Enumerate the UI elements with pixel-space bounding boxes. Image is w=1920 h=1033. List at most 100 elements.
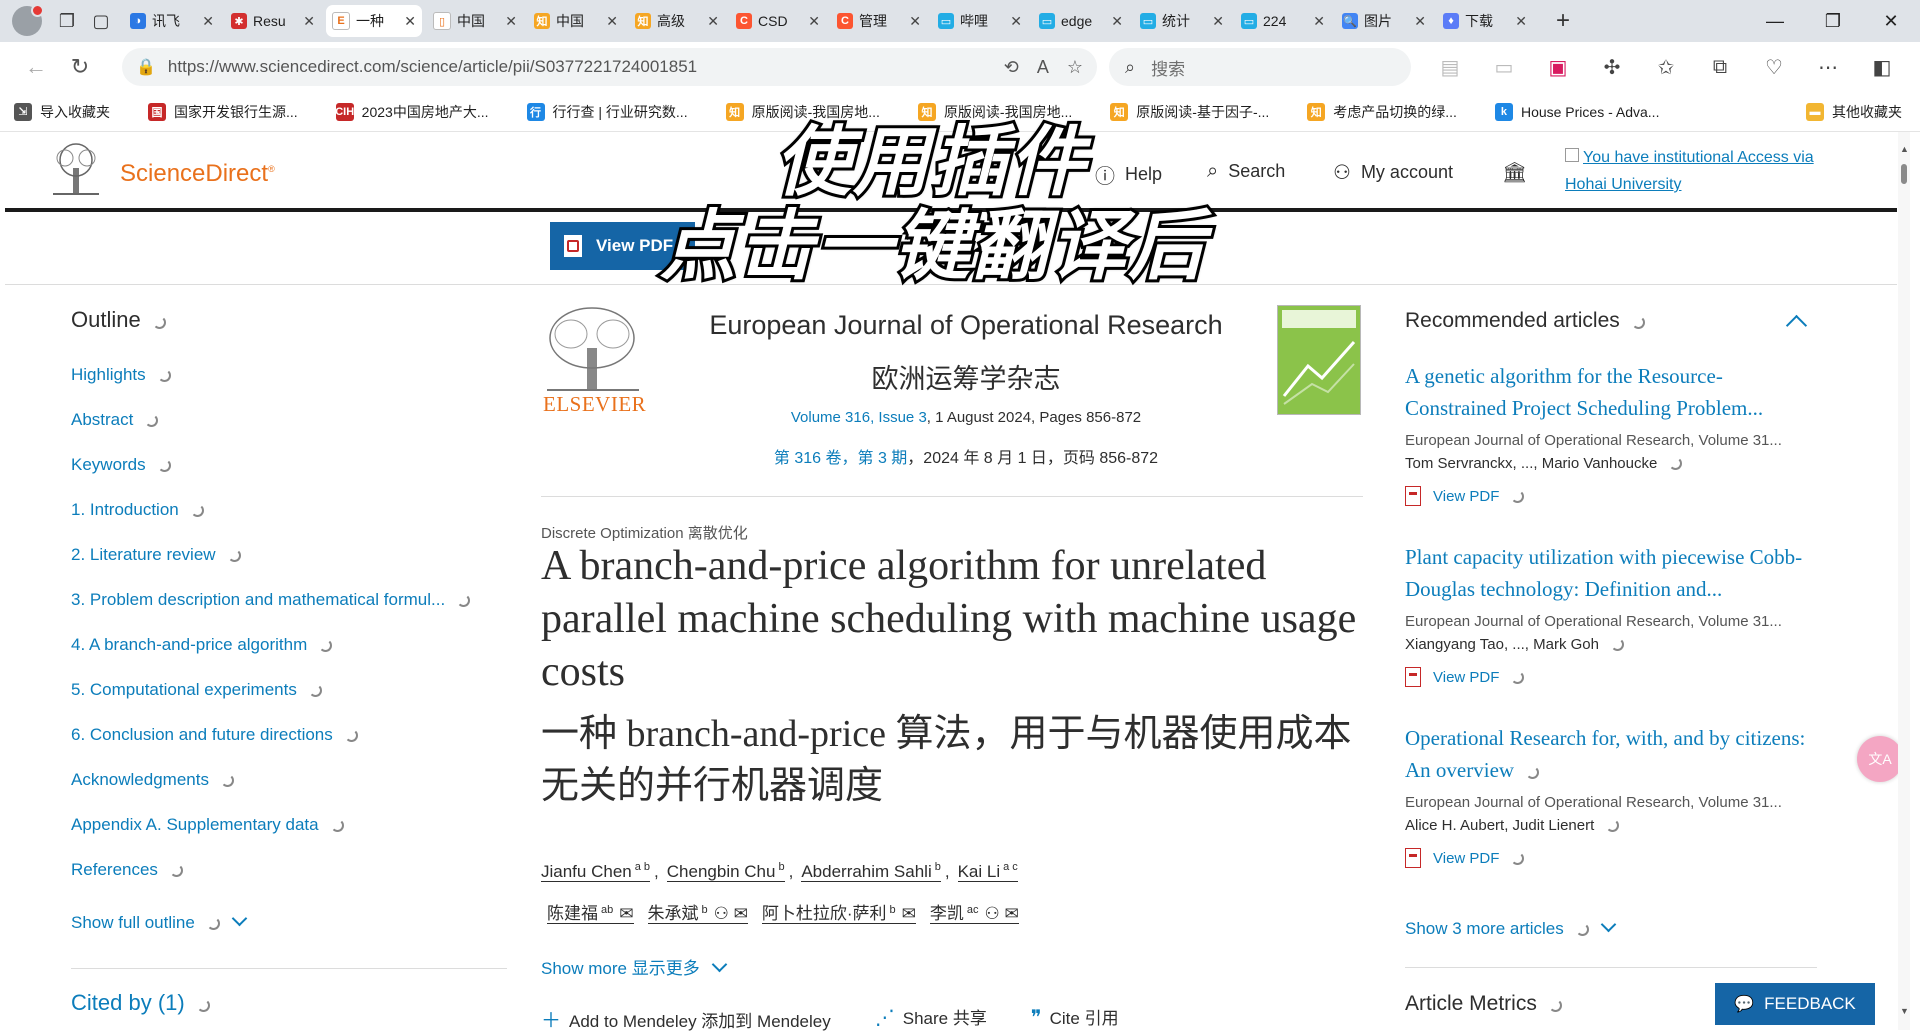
close-window-button[interactable]: ✕ — [1862, 0, 1920, 42]
my-account-link[interactable]: ⚇ My account — [1333, 160, 1453, 185]
show-more-articles-button[interactable]: Show 3 more articles — [1405, 916, 1617, 939]
tab-close-icon[interactable]: ✕ — [1414, 13, 1426, 30]
tab-close-icon[interactable]: ✕ — [707, 13, 719, 30]
new-tab-button[interactable]: + — [1546, 7, 1580, 35]
browser-tab[interactable]: ♦ 下载 ✕ — [1437, 5, 1533, 37]
tab-close-icon[interactable]: ✕ — [1010, 13, 1022, 30]
refresh-button[interactable]: ↻ — [58, 47, 102, 87]
institution-icon[interactable]: 🏛 — [1502, 160, 1537, 185]
bookmark-item[interactable]: 行行行查 | 行业研究数... — [526, 102, 688, 122]
browser-tab[interactable]: ▯ 中国 ✕ — [427, 5, 523, 37]
collections-icon[interactable]: ⧉ — [1699, 47, 1741, 87]
translate-icon[interactable]: ⟲ — [1004, 57, 1019, 78]
tab-close-icon[interactable]: ✕ — [202, 13, 214, 30]
scroll-down-arrow-icon[interactable]: ▼ — [1900, 1006, 1909, 1016]
tab-close-icon[interactable]: ✕ — [808, 13, 820, 30]
read-aloud-icon[interactable]: A — [1037, 57, 1049, 78]
search-input[interactable]: ⌕ 搜索 — [1109, 48, 1411, 86]
recommended-view-pdf-link[interactable]: View PDF — [1405, 486, 1823, 506]
sidebar-toggle-icon[interactable]: ◧ — [1861, 47, 1903, 87]
search-link[interactable]: ⌕ Search — [1207, 160, 1285, 183]
immersive-icon[interactable]: ▭ — [1483, 47, 1525, 87]
minimize-button[interactable]: — — [1746, 0, 1804, 42]
bookmark-item[interactable]: 知原版阅读-基于因子-... — [1110, 102, 1269, 122]
translate-floating-button[interactable]: 文A — [1857, 736, 1903, 782]
browser-tab[interactable]: ▭ 哔哩 ✕ — [932, 5, 1028, 37]
url-text[interactable]: https://www.sciencedirect.com/science/ar… — [168, 57, 986, 77]
outline-item[interactable]: 1. Introduction — [71, 498, 511, 543]
author-link[interactable]: Kai Li a c — [957, 861, 1018, 882]
address-bar[interactable]: 🔒 https://www.sciencedirect.com/science/… — [122, 48, 1097, 86]
page-scrollbar[interactable]: ▲ ▼ — [1898, 132, 1910, 1030]
journal-cover-image[interactable] — [1277, 305, 1361, 415]
tab-close-icon[interactable]: ✕ — [1313, 13, 1325, 30]
tab-close-icon[interactable]: ✕ — [303, 13, 315, 30]
institutional-access-link[interactable]: You have institutional Access via Hohai … — [1565, 144, 1814, 198]
browser-tab[interactable]: ✱ Resu ✕ — [225, 5, 321, 37]
tab-close-icon[interactable]: ✕ — [404, 13, 416, 30]
browser-tab[interactable]: ◑ 讯飞 ✕ — [124, 5, 220, 37]
author-link-zh[interactable]: 朱承斌 b ⚇ ✉ — [647, 904, 748, 925]
browser-tab[interactable]: ▭ edge ✕ — [1033, 5, 1129, 37]
outline-item[interactable]: References — [71, 858, 511, 903]
outline-item[interactable]: Highlights — [71, 363, 511, 408]
browser-tab[interactable]: 知高级 ✕ — [629, 5, 725, 37]
cited-by-link[interactable]: Cited by (1) — [71, 990, 210, 1016]
outline-item[interactable]: 6. Conclusion and future directions — [71, 723, 511, 768]
extension-app-icon[interactable]: ▣ — [1537, 47, 1579, 87]
outline-item[interactable]: 5. Computational experiments — [71, 678, 511, 723]
outline-item[interactable]: Acknowledgments — [71, 768, 511, 813]
recommended-view-pdf-link[interactable]: View PDF — [1405, 667, 1823, 687]
outline-item[interactable]: 4. A branch-and-price algorithm — [71, 633, 511, 678]
feedback-button[interactable]: 💬 FEEDBACK — [1715, 983, 1875, 1025]
volume-link[interactable]: Volume 316, Issue 3 — [791, 409, 927, 426]
show-full-outline-button[interactable]: Show full outline — [71, 910, 511, 933]
tab-close-icon[interactable]: ✕ — [1212, 13, 1224, 30]
share-button[interactable]: ⋰ Share 共享 — [875, 1004, 1009, 1033]
browser-tab[interactable]: 🔍 图片 ✕ — [1336, 5, 1432, 37]
favorites-icon[interactable]: ✩ — [1645, 47, 1687, 87]
performance-icon[interactable]: ♡ — [1753, 47, 1795, 87]
cite-button[interactable]: ❞ Cite 引用 — [1031, 1004, 1141, 1033]
extensions-icon[interactable]: ✣ — [1591, 47, 1633, 87]
recommended-view-pdf-link[interactable]: View PDF — [1405, 848, 1823, 868]
outline-item[interactable]: 3. Problem description and mathematical … — [71, 588, 511, 633]
browser-tab[interactable]: ▭ 224 ✕ — [1235, 5, 1331, 37]
show-more-button[interactable]: Show more 显示更多 — [541, 954, 727, 979]
workspaces-icon[interactable]: ❐ — [50, 4, 84, 38]
tab-close-icon[interactable]: ✕ — [909, 13, 921, 30]
recommended-article-title[interactable]: A genetic algorithm for the Resource-Con… — [1405, 360, 1823, 424]
bookmark-item[interactable]: ⇲ 导入收藏夹 — [14, 102, 110, 122]
browser-tab[interactable]: C CSD ✕ — [730, 5, 826, 37]
outline-item[interactable]: 2. Literature review — [71, 543, 511, 588]
recommended-article-title[interactable]: Plant capacity utilization with piecewis… — [1405, 541, 1823, 605]
author-link-zh[interactable]: 阿卜杜拉欣·萨利 b ✉ — [761, 904, 916, 925]
journal-title[interactable]: European Journal of Operational Research — [665, 310, 1267, 341]
browser-tab[interactable]: ▭ 统计 ✕ — [1134, 5, 1230, 37]
lock-icon[interactable]: 🔒 — [136, 57, 156, 77]
article-metrics-heading[interactable]: Article Metrics — [1405, 992, 1562, 1016]
author-link-zh[interactable]: 李凯 ac ⚇ ✉ — [929, 904, 1019, 925]
other-bookmarks[interactable]: ▬ 其他收藏夹 — [1806, 102, 1902, 122]
tab-close-icon[interactable]: ✕ — [1111, 13, 1123, 30]
tab-close-icon[interactable]: ✕ — [1515, 13, 1527, 30]
scroll-up-arrow-icon[interactable]: ▲ — [1900, 144, 1909, 154]
tab-close-icon[interactable]: ✕ — [606, 13, 618, 30]
favorite-star-icon[interactable]: ☆ — [1067, 57, 1083, 78]
outline-item[interactable]: Appendix A. Supplementary data — [71, 813, 511, 858]
bookmark-item[interactable]: 知考虑产品切换的绿... — [1307, 102, 1457, 122]
outline-item[interactable]: Keywords — [71, 453, 511, 498]
sciencedirect-brand[interactable]: ScienceDirect® — [120, 160, 275, 188]
more-menu-icon[interactable]: ⋯ — [1807, 47, 1849, 87]
tab-close-icon[interactable]: ✕ — [505, 13, 517, 30]
recommended-article-title[interactable]: Operational Research for, with, and by c… — [1405, 722, 1823, 786]
browser-tab[interactable]: E 一种 ✕ — [326, 5, 422, 37]
add-to-mendeley-button[interactable]: ＋ Add to Mendeley 添加到 Mendeley — [541, 1004, 853, 1033]
bookmark-item[interactable]: CIH 2023中国房地产大... — [335, 102, 489, 122]
scrollbar-thumb[interactable] — [1901, 164, 1907, 184]
restore-button[interactable]: ❐ — [1804, 0, 1862, 42]
browser-tab[interactable]: C 管理 ✕ — [831, 5, 927, 37]
profile-avatar[interactable] — [12, 4, 44, 36]
outline-item[interactable]: Abstract — [71, 408, 511, 453]
browser-tab[interactable]: 知中国 ✕ — [528, 5, 624, 37]
